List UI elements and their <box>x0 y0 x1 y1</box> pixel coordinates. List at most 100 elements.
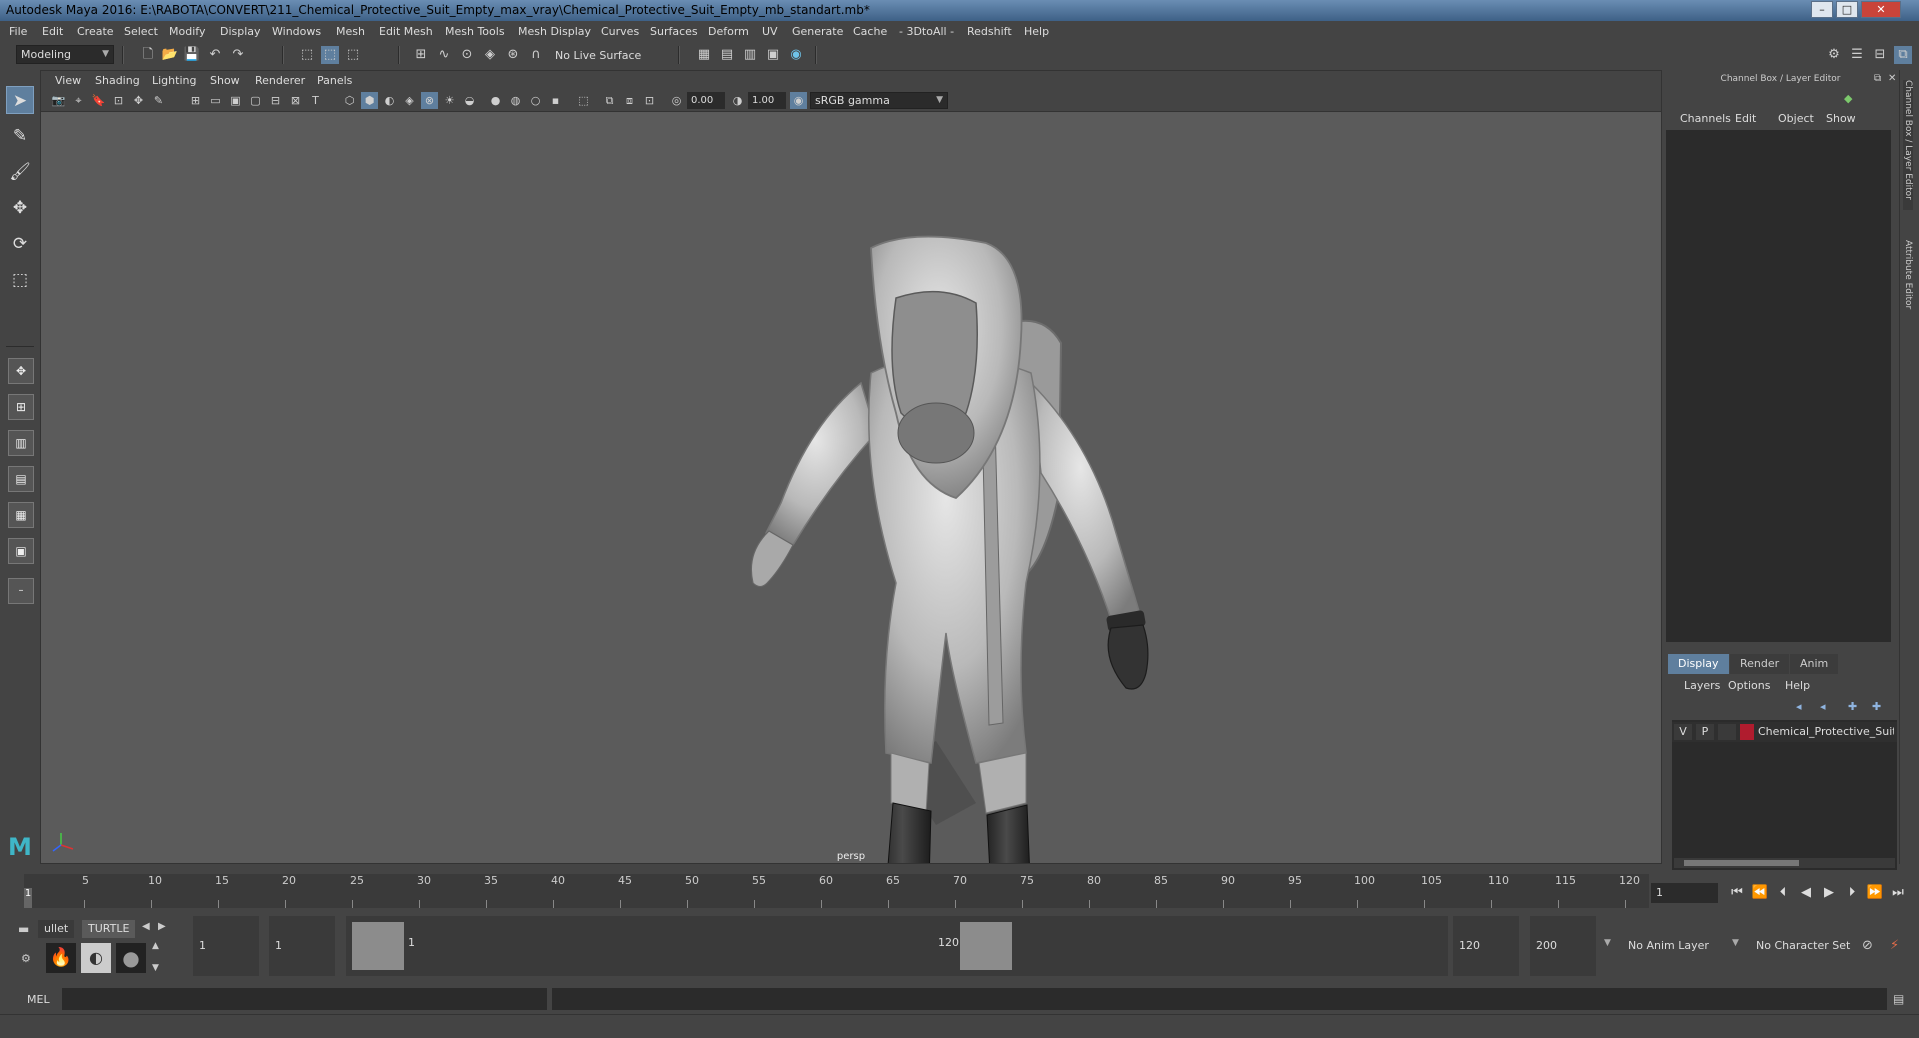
anti-aliasing-icon[interactable]: ○ <box>527 92 544 109</box>
persp-graph-layout-icon[interactable]: ▤ <box>8 466 34 492</box>
close-button[interactable]: ✕ <box>1861 1 1901 18</box>
move-layer-up-icon[interactable]: ◂ <box>1796 700 1802 713</box>
step-back-key-icon[interactable]: ⏪ <box>1751 884 1769 902</box>
range-start-handle[interactable] <box>352 922 404 970</box>
step-back-frame-icon[interactable]: ⏴ <box>1774 884 1792 902</box>
layer-menu-layers[interactable]: Layers <box>1684 679 1720 692</box>
minimize-button[interactable]: – <box>1811 1 1833 18</box>
layer-color-swatch[interactable] <box>1740 724 1754 740</box>
resolution-gate-icon[interactable]: ▣ <box>227 92 244 109</box>
maximize-button[interactable]: □ <box>1836 1 1858 18</box>
menu-cache[interactable]: Cache <box>853 25 887 38</box>
modeling-toolkit-icon[interactable]: ⚙ <box>1825 46 1843 64</box>
viewport-menu-shading[interactable]: Shading <box>95 74 140 87</box>
gate-mask-icon[interactable]: ▢ <box>247 92 264 109</box>
lasso-tool-icon[interactable]: ✎ <box>6 122 34 150</box>
screen-space-ao-icon[interactable]: ● <box>487 92 504 109</box>
motion-blur-icon[interactable]: ◍ <box>507 92 524 109</box>
shadows-icon[interactable]: ◒ <box>461 92 478 109</box>
new-layer-selected-icon[interactable]: ✚ <box>1872 700 1881 713</box>
select-object-icon[interactable]: ⬚ <box>321 46 339 64</box>
menu-edit[interactable]: Edit <box>42 25 63 38</box>
anim-layer-dropdown[interactable]: No Anim Layer <box>1622 916 1722 976</box>
command-language-label[interactable]: MEL <box>27 993 50 1006</box>
select-hierarchy-icon[interactable]: ⬚ <box>298 46 316 64</box>
menu-curves[interactable]: Curves <box>601 25 639 38</box>
menu-surfaces[interactable]: Surfaces <box>650 25 698 38</box>
gamma-field[interactable]: 1.00 <box>748 92 786 109</box>
film-gate-icon[interactable]: ▭ <box>207 92 224 109</box>
menu-edit-mesh[interactable]: Edit Mesh <box>379 25 433 38</box>
xray-icon[interactable]: ⧉ <box>601 92 618 109</box>
tab-anim[interactable]: Anim <box>1790 654 1839 674</box>
hypershade-layout-icon[interactable]: ▦ <box>8 502 34 528</box>
menu-help[interactable]: Help <box>1024 25 1049 38</box>
grease-pencil-icon[interactable]: ✎ <box>150 92 167 109</box>
render-frame-icon[interactable]: ▦ <box>695 46 713 64</box>
shelf-scroll-right-icon[interactable]: ▶ <box>158 921 166 932</box>
close-panel-icon[interactable]: ✕ <box>1888 73 1896 84</box>
tab-display[interactable]: Display <box>1668 654 1729 674</box>
menu-3dtoall[interactable]: - 3DtoAll - <box>899 25 954 38</box>
single-perspective-layout-icon[interactable]: ✥ <box>8 358 34 384</box>
live-surface-label[interactable]: No Live Surface <box>555 49 641 62</box>
command-input[interactable] <box>62 988 547 1010</box>
snap-curve-icon[interactable]: ∿ <box>435 46 453 64</box>
range-end-handle[interactable] <box>960 922 1012 970</box>
shelf-tab-bullet[interactable]: ullet <box>38 920 75 938</box>
shelf-collapse-icon[interactable]: ▬ <box>18 922 29 936</box>
turtle-sphere-icon[interactable]: ● <box>116 943 146 973</box>
menu-redshift[interactable]: Redshift <box>967 25 1012 38</box>
turtle-render-icon[interactable]: 🔥 <box>46 943 76 973</box>
menu-generate[interactable]: Generate <box>792 25 843 38</box>
select-tool-icon[interactable]: ➤ <box>6 86 34 114</box>
channel-box-menu-show[interactable]: Show <box>1826 112 1856 125</box>
safe-title-icon[interactable]: T <box>307 92 324 109</box>
menu-uv[interactable]: UV <box>762 25 778 38</box>
exposure-icon[interactable]: ◎ <box>668 92 685 109</box>
viewport-menu-renderer[interactable]: Renderer <box>255 74 305 87</box>
channel-box-area[interactable] <box>1666 130 1891 642</box>
four-view-layout-icon[interactable]: ⊞ <box>8 394 34 420</box>
camera-attributes-icon[interactable]: ⌖ <box>70 92 87 109</box>
menu-create[interactable]: Create <box>77 25 114 38</box>
end-time-field[interactable]: 200 <box>1530 916 1596 976</box>
script-editor-icon[interactable]: ▤ <box>1893 992 1904 1006</box>
depth-of-field-icon[interactable]: ▪ <box>547 92 564 109</box>
viewport-menu-panels[interactable]: Panels <box>317 74 352 87</box>
new-scene-icon[interactable]: 🗋 <box>139 46 157 64</box>
current-frame-field[interactable]: 1 <box>1651 883 1718 903</box>
menu-mesh-display[interactable]: Mesh Display <box>518 25 591 38</box>
go-to-start-icon[interactable]: ⏮ <box>1728 884 1746 902</box>
color-management-icon[interactable]: ◉ <box>790 92 807 109</box>
scale-tool-icon[interactable]: ⬚ <box>6 266 34 294</box>
bookmark-icon[interactable]: 🔖 <box>90 92 107 109</box>
current-time-marker[interactable]: 1 <box>24 888 32 908</box>
menu-modify[interactable]: Modify <box>169 25 205 38</box>
grid-icon[interactable]: ⊞ <box>187 92 204 109</box>
tab-channel-box-layer-editor[interactable]: Channel Box / Layer Editor <box>1903 80 1913 210</box>
exposure-field[interactable]: 0.00 <box>687 92 725 109</box>
wireframe-icon[interactable]: ⬡ <box>341 92 358 109</box>
menu-mesh[interactable]: Mesh <box>336 25 365 38</box>
character-set-dropdown[interactable]: No Character Set <box>1750 916 1860 976</box>
shelf-up-icon[interactable]: ▲ <box>152 941 159 951</box>
layer-name[interactable]: Chemical_Protective_Suit <box>1758 724 1894 740</box>
shelf-tab-turtle[interactable]: TURTLE <box>82 920 136 938</box>
layer-menu-help[interactable]: Help <box>1785 679 1810 692</box>
gamma-icon[interactable]: ◑ <box>729 92 746 109</box>
animation-preferences-icon[interactable]: ⚡ <box>1890 938 1899 953</box>
menu-display[interactable]: Display <box>220 25 261 38</box>
menuset-dropdown[interactable]: Modeling ▼ <box>16 45 114 64</box>
play-forward-icon[interactable]: ▶ <box>1820 884 1838 902</box>
redo-icon[interactable]: ↷ <box>229 46 247 64</box>
snap-view-plane-icon[interactable]: ◈ <box>481 46 499 64</box>
attribute-editor-toggle-icon[interactable]: ☰ <box>1848 46 1866 64</box>
ipr-render-icon[interactable]: ▤ <box>718 46 736 64</box>
safe-action-icon[interactable]: ⊠ <box>287 92 304 109</box>
scrollbar-thumb[interactable] <box>1684 860 1799 866</box>
snap-magnet-icon[interactable]: ∩ <box>527 46 545 64</box>
turtle-bake-icon[interactable]: ◐ <box>81 943 111 973</box>
viewport-menu-lighting[interactable]: Lighting <box>152 74 196 87</box>
move-layer-down-icon[interactable]: ◂ <box>1820 700 1826 713</box>
